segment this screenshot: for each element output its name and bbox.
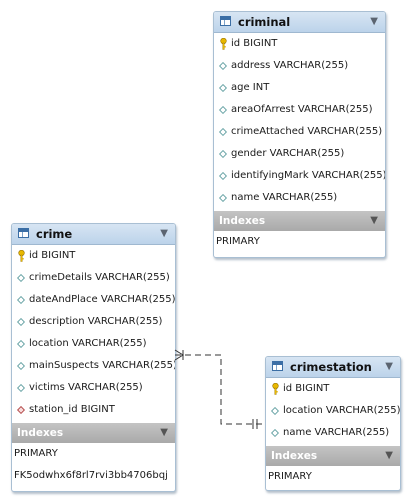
relationship-connector[interactable] xyxy=(0,0,410,503)
relationship-line xyxy=(175,354,264,425)
